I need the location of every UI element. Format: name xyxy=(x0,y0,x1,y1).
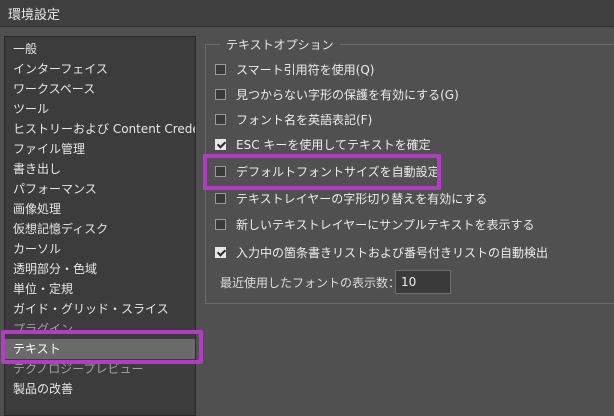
sidebar-item-workspace[interactable]: ワークスペース xyxy=(5,79,195,99)
option-esc-commit[interactable]: ESC キーを使用してテキストを確定 xyxy=(215,136,431,154)
option-smart-quotes[interactable]: スマート引用符を使用(Q) xyxy=(215,61,374,79)
checkbox-checked-icon[interactable] xyxy=(215,139,226,150)
sidebar-item-history[interactable]: ヒストリーおよび Content Credentials xyxy=(5,119,195,139)
option-label: テキストレイヤーの字形切り替えを有効にする xyxy=(236,192,488,206)
option-label: 新しいテキストレイヤーにサンプルテキストを表示する xyxy=(236,218,535,232)
sidebar-highlight-box xyxy=(1,330,203,364)
checkbox-icon[interactable] xyxy=(215,193,226,204)
sidebar-item-interface[interactable]: インターフェイス xyxy=(5,59,195,79)
option-label: 見つからない字形の保護を有効にする(G) xyxy=(236,88,459,102)
sidebar-item-file-handling[interactable]: ファイル管理 xyxy=(5,139,195,159)
sidebar-item-tools[interactable]: ツール xyxy=(5,99,195,119)
recent-fonts-label: 最近使用したフォントの表示数： xyxy=(220,276,401,290)
checkbox-icon[interactable] xyxy=(215,89,226,100)
checkbox-icon[interactable] xyxy=(215,64,226,75)
option-protect-missing-glyphs[interactable]: 見つからない字形の保護を有効にする(G) xyxy=(215,86,459,104)
checkbox-icon[interactable] xyxy=(215,219,226,230)
option-label: フォント名を英語表記(F) xyxy=(236,113,373,127)
sidebar-item-image-processing[interactable]: 画像処理 xyxy=(5,199,195,219)
sidebar-item-units[interactable]: 単位・定規 xyxy=(5,279,195,299)
window-title: 環境設定 xyxy=(8,8,61,23)
group-legend: テキストオプション xyxy=(220,36,340,53)
sidebar-item-guides[interactable]: ガイド・グリッド・スライス xyxy=(5,299,195,319)
option-highlight-box xyxy=(203,154,441,190)
option-label: スマート引用符を使用(Q) xyxy=(236,63,375,77)
sidebar-item-export[interactable]: 書き出し xyxy=(5,159,195,179)
option-font-names-english[interactable]: フォント名を英語表記(F) xyxy=(215,111,372,129)
sidebar-item-performance[interactable]: パフォーマンス xyxy=(5,179,195,199)
title-bar: 環境設定 xyxy=(0,0,614,27)
sidebar-item-scratch-disks[interactable]: 仮想記憶ディスク xyxy=(5,219,195,239)
option-auto-detect-lists[interactable]: 入力中の箇条書きリストおよび番号付きリストの自動検出 xyxy=(215,244,548,262)
checkbox-icon[interactable] xyxy=(215,114,226,125)
sidebar-item-product-improvement[interactable]: 製品の改善 xyxy=(5,379,195,399)
recent-fonts-count-field[interactable]: 10 xyxy=(395,270,451,294)
sidebar-item-transparency[interactable]: 透明部分・色域 xyxy=(5,259,195,279)
sidebar-item-general[interactable]: 一般 xyxy=(5,39,195,59)
option-label: ESC キーを使用してテキストを確定 xyxy=(236,138,431,152)
sidebar-item-cursors[interactable]: カーソル xyxy=(5,239,195,259)
option-glyph-alternates[interactable]: テキストレイヤーの字形切り替えを有効にする xyxy=(215,190,487,208)
checkbox-checked-icon[interactable] xyxy=(215,247,226,258)
option-label: 入力中の箇条書きリストおよび番号付きリストの自動検出 xyxy=(236,246,549,260)
option-placeholder-text[interactable]: 新しいテキストレイヤーにサンプルテキストを表示する xyxy=(215,216,535,234)
